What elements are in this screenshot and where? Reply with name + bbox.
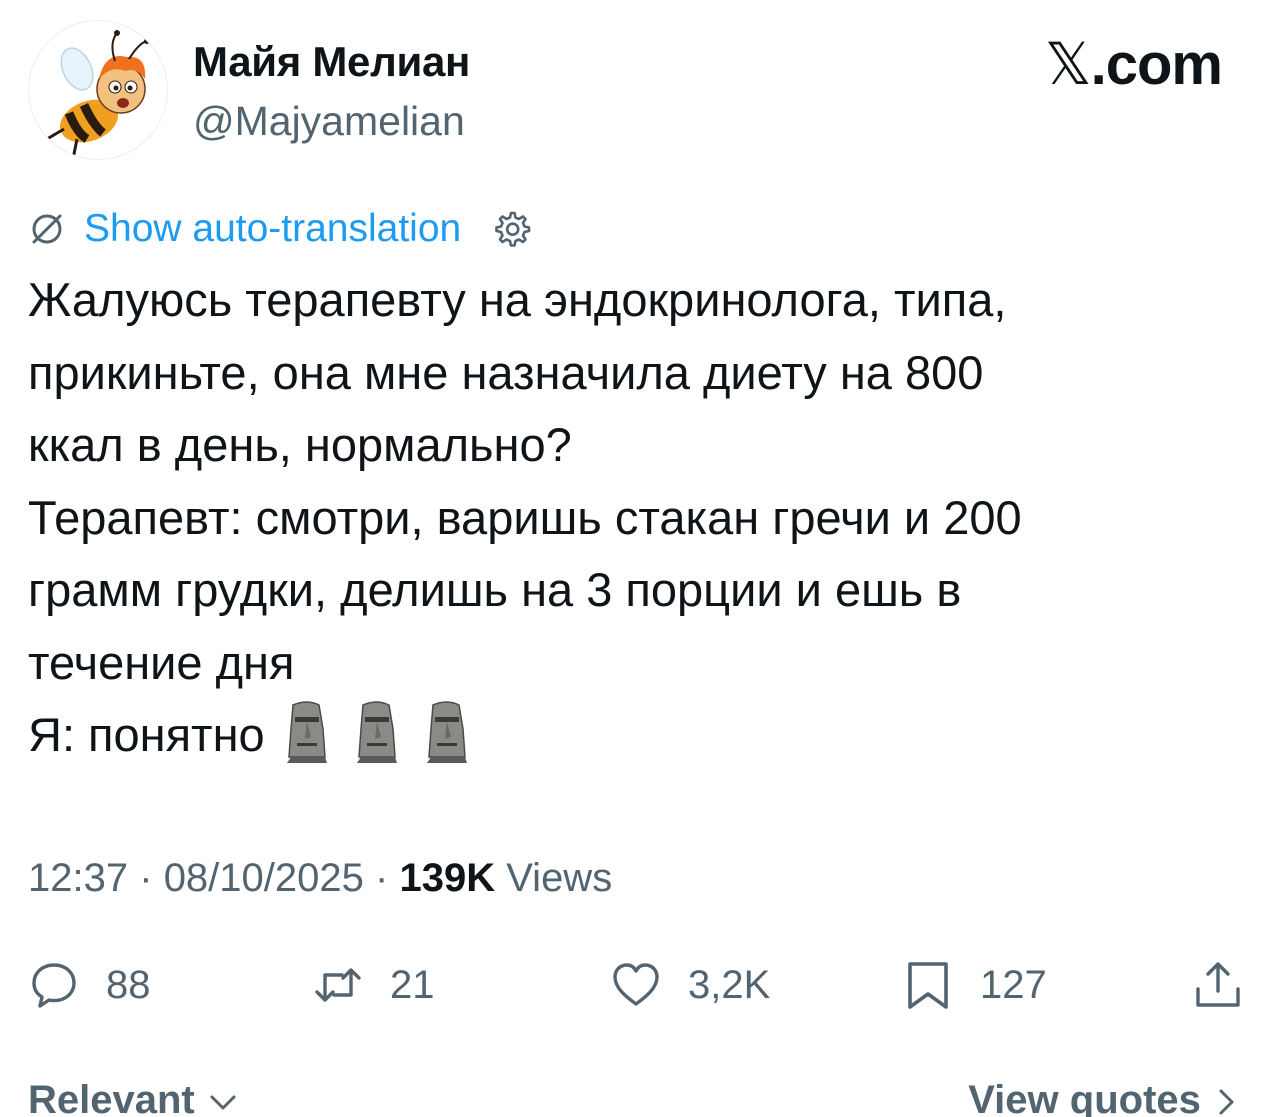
- moai-icon: [286, 701, 327, 763]
- moai-icon: [426, 701, 467, 763]
- reply-button[interactable]: 88: [28, 950, 151, 1020]
- moai-icon: [356, 701, 397, 763]
- reply-icon: [32, 963, 76, 1008]
- repost-icon: [315, 968, 361, 1002]
- tweet-line: Жалуюсь терапевту на эндокринолога, типа…: [28, 273, 1007, 326]
- like-button[interactable]: 3,2K: [610, 950, 770, 1020]
- bee-avatar[interactable]: [28, 20, 168, 160]
- show-auto-translation-link[interactable]: Show auto-translation: [84, 207, 461, 251]
- sort-dropdown[interactable]: Relevant: [28, 1078, 240, 1117]
- bookmark-button[interactable]: 127: [902, 950, 1047, 1020]
- tweet-time[interactable]: 12:37: [28, 856, 128, 900]
- like-count: 3,2K: [688, 962, 771, 1007]
- share-button[interactable]: [1192, 950, 1244, 1020]
- views-count: 139K: [399, 856, 496, 900]
- chevron-down-icon: [210, 1095, 236, 1110]
- repost-button[interactable]: 21: [312, 950, 435, 1020]
- tweet-line: течение дня: [28, 635, 295, 689]
- chevron-right-icon: [1219, 1089, 1234, 1115]
- brand-suffix: com: [1105, 32, 1223, 97]
- tweet-meta: 12:37 · 08/10/2025 · 139K Views: [28, 856, 612, 901]
- action-bar: 88 21 3,2K 127: [0, 950, 1280, 1020]
- x-logo: 𝕏.com: [1044, 30, 1223, 98]
- reply-count: 88: [106, 962, 151, 1007]
- share-icon: [1196, 962, 1240, 1007]
- tweet-date[interactable]: 08/10/2025: [164, 856, 364, 900]
- tweet-last-line: Я: понятно: [28, 699, 1258, 772]
- author-display-name[interactable]: Майя Мелиан: [193, 38, 470, 86]
- view-quotes-link[interactable]: View quotes: [968, 1078, 1242, 1117]
- bookmark-icon: [908, 962, 948, 1009]
- tweet-text: Жалуюсь терапевту на эндокринолога, типа…: [28, 264, 1258, 772]
- bookmark-count: 127: [980, 962, 1047, 1007]
- heart-icon: [613, 963, 659, 1006]
- meta-separator: ·: [375, 856, 389, 900]
- tweet-header: Майя Мелиан @Majyamelian 𝕏.com: [0, 0, 1280, 180]
- gear-icon[interactable]: [489, 207, 533, 251]
- replies-footer: Relevant View quotes: [0, 1078, 1280, 1117]
- globe-slash-icon: [32, 214, 62, 244]
- tweet-line: Терапевт: смотри, варишь стакан гречи и …: [28, 490, 1022, 544]
- translation-row: Show auto-translation: [28, 204, 533, 254]
- meta-separator: ·: [139, 856, 153, 900]
- x-glyph: 𝕏: [1044, 30, 1092, 98]
- tweet-line: Я: понятно: [28, 708, 265, 761]
- tweet-line: ккал в день, нормально?: [28, 418, 572, 471]
- author-handle[interactable]: @Majyamelian: [193, 98, 465, 145]
- tweet-line: прикиньте, она мне назначила диету на 80…: [28, 345, 984, 399]
- sort-label: Relevant: [28, 1078, 195, 1117]
- view-quotes-label: View quotes: [968, 1078, 1201, 1117]
- views-label: Views: [506, 856, 613, 900]
- repost-count: 21: [390, 962, 435, 1007]
- tweet-line: грамм грудки, делишь на 3 порции и ешь в: [28, 563, 962, 616]
- brand-dot: .: [1090, 32, 1107, 97]
